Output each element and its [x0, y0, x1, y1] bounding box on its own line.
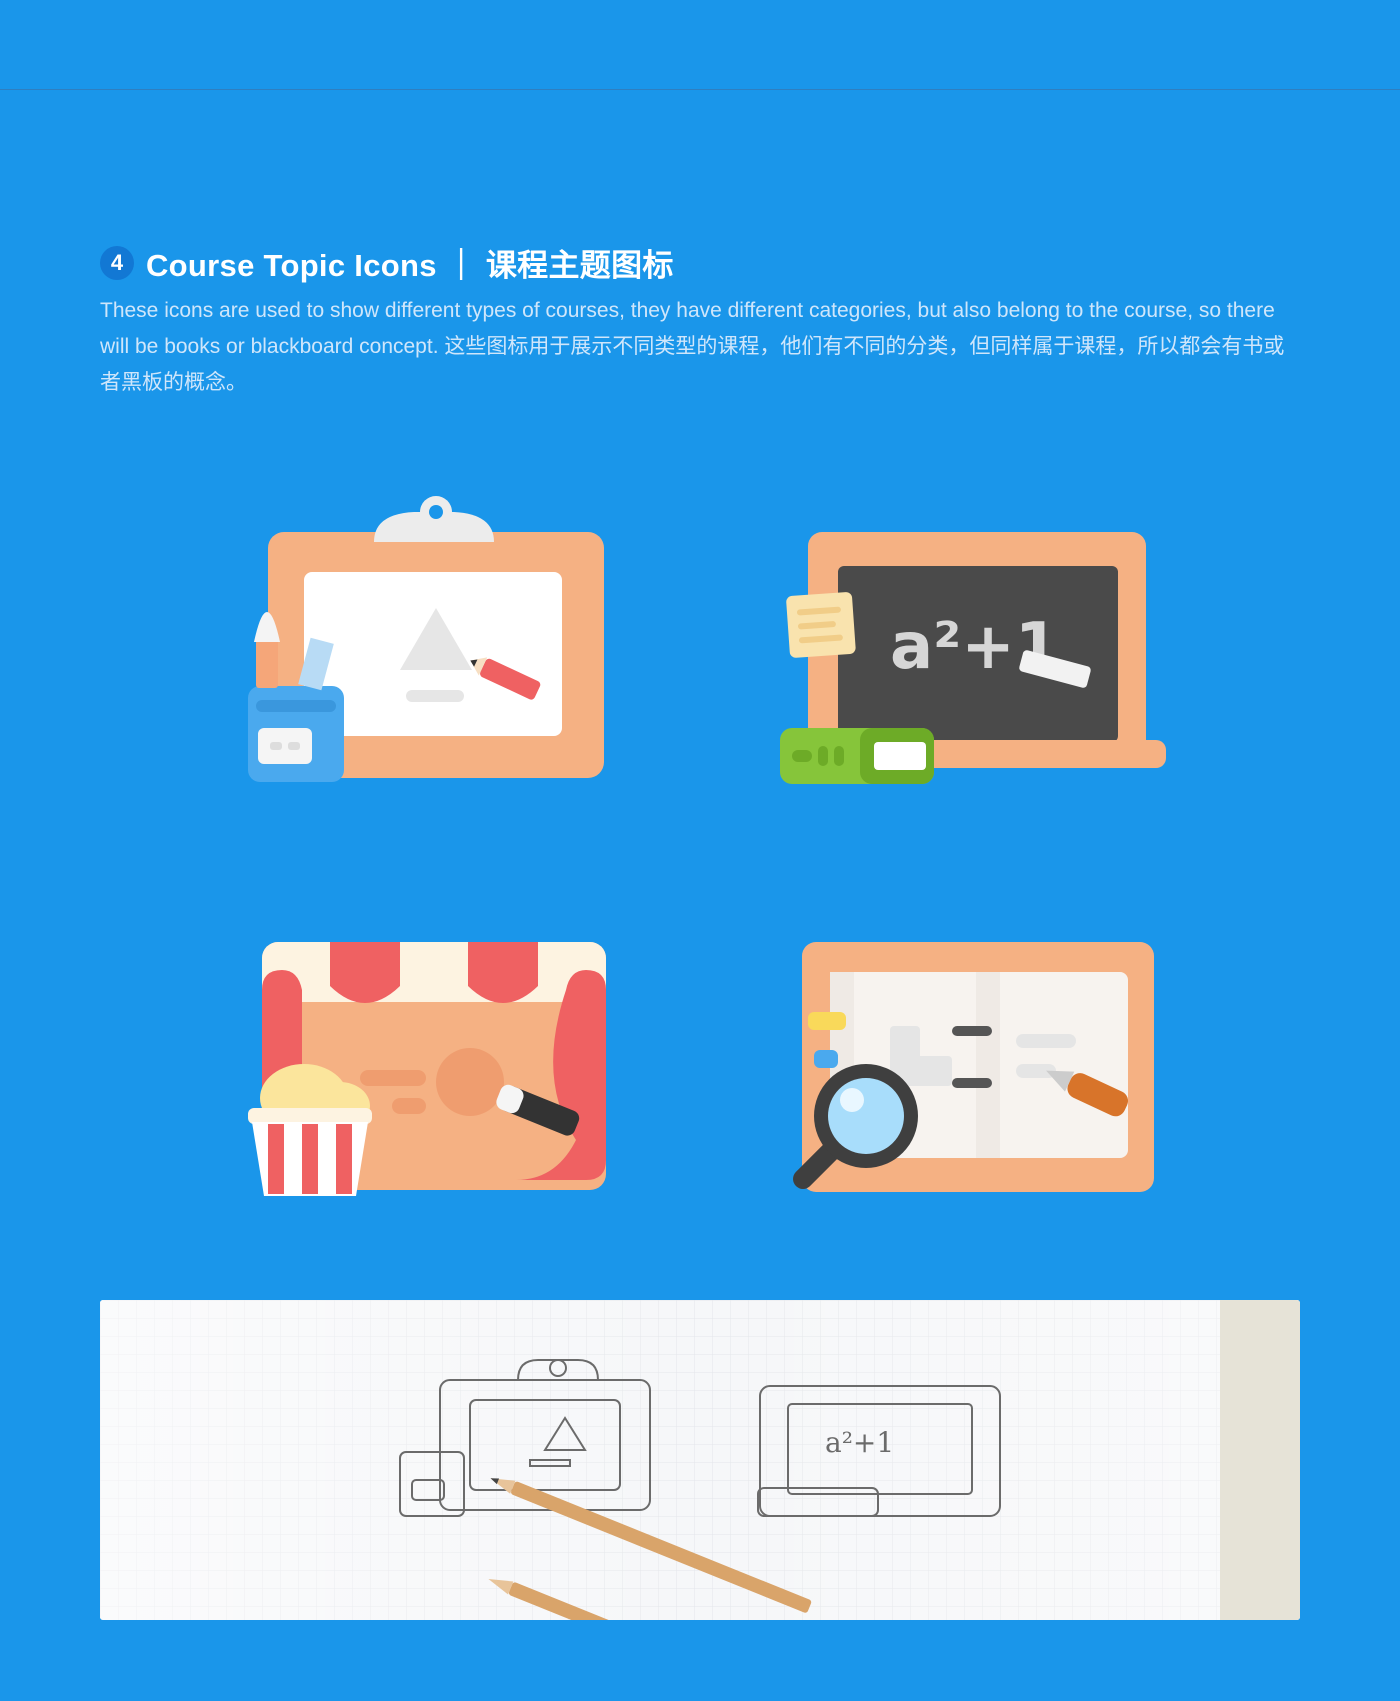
pencil-sketch-photo: a²+1: [100, 1300, 1300, 1620]
section-title: Course Topic Icons ｜ 课程主题图标: [146, 248, 674, 283]
section-description: These icons are used to show different t…: [100, 299, 1285, 394]
section-header: 4 Course Topic Icons ｜ 课程主题图标: [100, 240, 674, 285]
section-number-badge: 4: [100, 245, 134, 280]
theater-stage-icon: [248, 942, 606, 1196]
notebook-search-icon: [793, 942, 1154, 1192]
math-blackboard-icon: a²+1: [780, 532, 1166, 784]
svg-text:a²+1: a²+1: [825, 1426, 894, 1459]
top-bar: [0, 0, 1400, 90]
art-clipboard-icon: [248, 496, 604, 782]
